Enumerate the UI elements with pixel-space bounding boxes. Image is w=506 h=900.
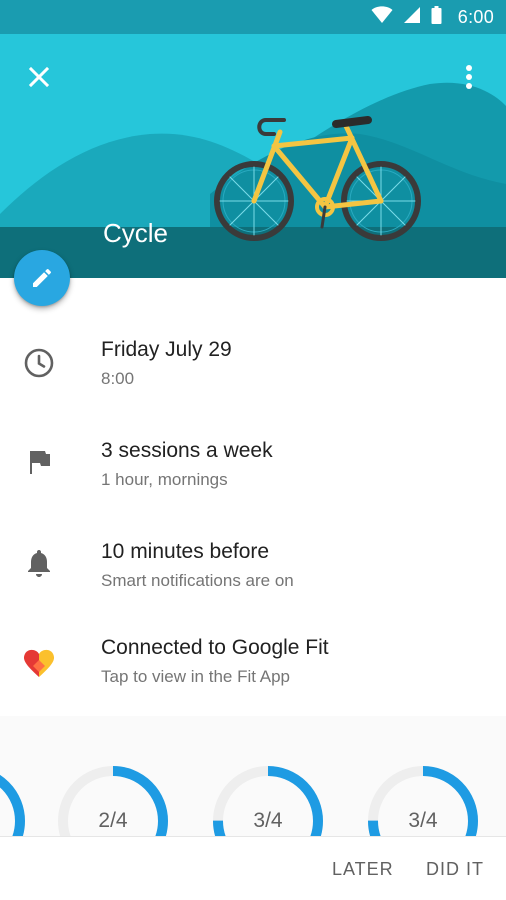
hero-header: Cycle [0, 34, 506, 278]
progress-ring-label: 3/4 [253, 809, 283, 832]
google-fit-row[interactable]: Connected to Google Fit Tap to view in t… [0, 630, 506, 708]
duration-text: 1 hour, mornings [101, 470, 228, 489]
more-vert-icon [466, 65, 472, 89]
close-button[interactable] [22, 60, 56, 94]
progress-ring: 3/4 [363, 761, 483, 836]
google-fit-subtitle: Tap to view in the Fit App [101, 667, 290, 686]
flag-icon [22, 445, 56, 479]
battery-icon [431, 5, 442, 29]
reminder-text: 10 minutes before [101, 540, 270, 563]
time-text: 8:00 [101, 369, 135, 388]
more-options-button[interactable] [452, 60, 486, 94]
status-time: 6:00 [457, 6, 494, 27]
progress-ring: 2/4 [53, 761, 173, 836]
bell-icon [22, 546, 56, 580]
progress-ring-partial [0, 761, 30, 836]
edit-fab-button[interactable] [14, 250, 70, 306]
close-icon [28, 66, 50, 88]
cell-signal-icon [403, 6, 421, 29]
bicycle-illustration [0, 34, 506, 278]
pencil-icon [33, 268, 52, 287]
later-button[interactable]: LATER [332, 837, 394, 900]
progress-ring-label: 3/4 [408, 809, 438, 832]
date-text: Friday July 29 [101, 338, 232, 361]
frequency-text: 3 sessions a week [101, 439, 273, 462]
bottom-action-bar: LATER DID IT [0, 836, 506, 900]
smart-notifications-text: Smart notifications are on [101, 571, 294, 590]
progress-ring: 3/4 [208, 761, 328, 836]
page-title: Cycle [103, 218, 169, 248]
google-fit-heart-icon [22, 646, 56, 680]
progress-ring-label: 2/4 [98, 809, 128, 832]
schedule-date-row[interactable]: Friday July 29 8:00 [0, 330, 506, 408]
did-it-button[interactable]: DID IT [426, 837, 484, 900]
status-icons: 6:00 [371, 0, 494, 34]
frequency-row[interactable]: 3 sessions a week 1 hour, mornings [0, 431, 506, 509]
notification-row[interactable]: 10 minutes before Smart notifications ar… [0, 532, 506, 610]
clock-icon [22, 346, 56, 380]
google-fit-title: Connected to Google Fit [101, 636, 329, 659]
status-bar: 6:00 [0, 0, 506, 34]
weekly-progress-strip[interactable]: 2/4 3/4 3/4 [0, 716, 506, 836]
wifi-icon [371, 5, 393, 29]
